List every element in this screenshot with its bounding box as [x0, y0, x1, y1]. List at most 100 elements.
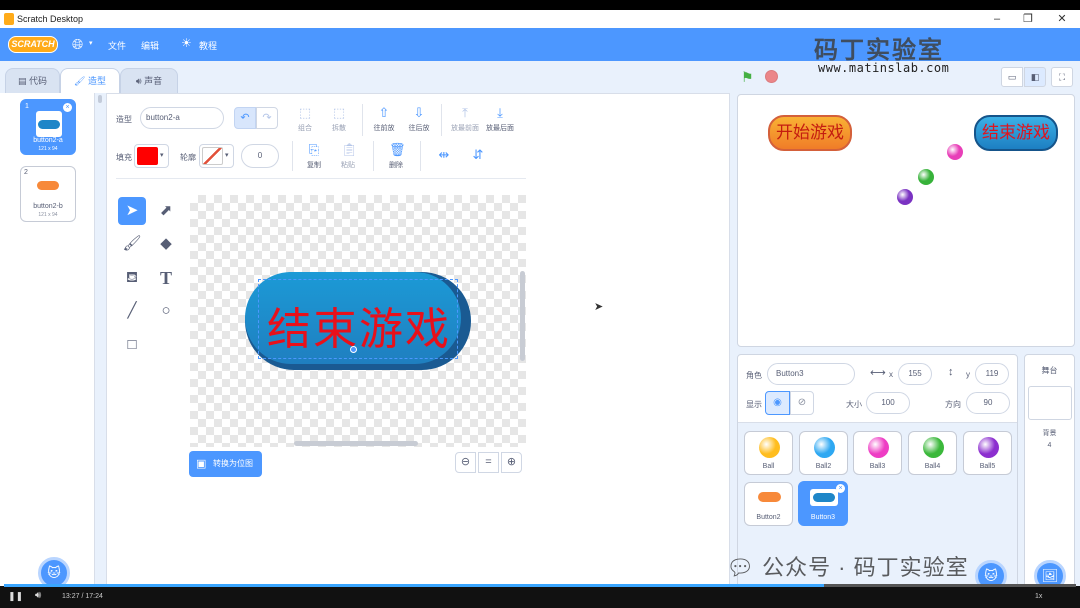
select-arrow-icon: ➤ — [125, 202, 139, 219]
toolbar-divider — [441, 104, 442, 136]
tab-sounds-label: 声音 — [144, 76, 163, 86]
undo-icon[interactable]: ↶ — [234, 107, 256, 129]
sprite-tile-button3[interactable]: × Button3 — [798, 481, 848, 526]
sprite-thumbnail — [758, 492, 781, 502]
back-button[interactable]: ⤓ 放最后面 — [482, 106, 518, 133]
circle-tool[interactable]: ○ — [152, 297, 180, 325]
delete-button[interactable]: 🗑︎ 删除 — [378, 143, 414, 170]
costume-name-input[interactable]: button2-a — [140, 107, 224, 129]
paste-button[interactable]: 📋︎ 粘贴 — [330, 143, 366, 170]
ungroup-icon: ⬚ — [332, 105, 346, 120]
volume-icon[interactable]: 🔊︎ — [35, 590, 41, 601]
reshape-icon: ⬈ — [159, 202, 173, 219]
backdrops-count: 4 — [1047, 442, 1052, 449]
scratch-logo[interactable]: SCRATCH — [8, 36, 58, 53]
costume-list-scrollbar[interactable] — [98, 95, 102, 103]
sprite-tile-ball3[interactable]: Ball3 — [853, 431, 902, 475]
forward-button[interactable]: ⇧ 往前放 — [366, 106, 402, 133]
convert-to-bitmap-button[interactable]: ▣ 转换为位图 — [189, 451, 262, 477]
group-button[interactable]: ⬚ 组合 — [287, 106, 323, 133]
ungroup-button[interactable]: ⬚ 拆散 — [321, 106, 357, 133]
costume-tile-2[interactable]: 2 button2-b 121 x 94 — [20, 166, 76, 222]
delete-costume-icon[interactable]: × — [63, 103, 72, 112]
rectangle-tool[interactable]: □ — [118, 331, 146, 359]
size-label: 大小 — [846, 400, 862, 409]
menu-tutorials[interactable]: 教程 — [199, 39, 217, 52]
flip-vertical-button[interactable]: ⇵ — [460, 148, 496, 165]
brush-tool[interactable]: 🖌︎ — [118, 230, 146, 258]
sprite-tile-button2[interactable]: Button2 — [744, 482, 793, 526]
green-flag-icon[interactable]: ⚑ — [741, 69, 754, 86]
zoom-in-button[interactable]: ⊕ — [501, 452, 522, 473]
stage[interactable]: 开始游戏 结束游戏 — [737, 94, 1075, 347]
sprite-thumbnail — [814, 437, 835, 458]
pause-icon[interactable]: ❚❚ — [8, 591, 23, 602]
stage-start-button-sprite[interactable]: 开始游戏 — [768, 115, 852, 151]
stage-selector-pane[interactable]: 舞台 背景 4 — [1024, 354, 1075, 586]
stage-end-button-sprite[interactable]: 结束游戏 — [974, 115, 1058, 151]
direction-input[interactable]: 90 — [966, 392, 1010, 414]
fill-color-picker[interactable]: ▾ — [134, 144, 169, 168]
watermark-title: 码丁实验室 — [814, 36, 944, 64]
fullscreen-button[interactable]: ⛶ — [1051, 67, 1073, 87]
backdrops-label: 背景 — [1042, 430, 1057, 437]
close-icon[interactable]: ✕ — [1055, 12, 1069, 26]
video-speed[interactable]: 1x — [1035, 593, 1042, 600]
stage-thumbnail[interactable] — [1028, 386, 1072, 420]
canvas-vertical-scrollbar[interactable] — [520, 271, 525, 361]
backward-button[interactable]: ⇩ 往后放 — [401, 106, 437, 133]
tab-costumes[interactable]: 🖌︎ 造型 — [60, 68, 120, 93]
menu-edit[interactable]: 编辑 — [141, 39, 159, 52]
menu-file[interactable]: 文件 — [108, 39, 126, 52]
costume-thumbnail — [36, 111, 62, 137]
outline-width-input[interactable]: 0 — [241, 144, 279, 168]
show-sprite-button[interactable]: ◉ — [765, 391, 790, 415]
paint-canvas[interactable]: 结束游戏 — [190, 195, 526, 447]
rectangle-icon: □ — [127, 336, 137, 353]
globe-icon[interactable]: 🌐︎ — [72, 36, 83, 53]
flip-horizontal-button[interactable]: ⇹ — [426, 148, 462, 165]
small-stage-icon: ▭ — [1007, 72, 1017, 82]
line-tool[interactable]: ╱ — [118, 297, 146, 325]
redo-icon[interactable]: ↷ — [256, 107, 278, 129]
y-input[interactable]: 119 — [975, 363, 1009, 385]
outline-color-picker[interactable]: ▾ — [199, 144, 234, 168]
cat-add-icon: 🐱︎ — [984, 568, 998, 583]
sprite-name: Button2 — [756, 514, 781, 521]
small-stage-button[interactable]: ▭ — [1001, 67, 1023, 87]
copy-button[interactable]: ⎘ 复制 — [296, 143, 332, 170]
tab-sounds[interactable]: 🔊︎ 声音 — [120, 68, 178, 93]
select-tool[interactable]: ➤ — [118, 197, 146, 225]
x-input[interactable]: 155 — [898, 363, 932, 385]
tab-costumes-label: 造型 — [87, 76, 106, 86]
stop-icon[interactable] — [765, 70, 778, 83]
eraser-tool[interactable]: ◆ — [152, 230, 180, 258]
sprite-tile-ball4[interactable]: Ball4 — [908, 431, 957, 475]
front-button[interactable]: ⤒ 放最前面 — [447, 106, 483, 133]
stage-ball-sprite[interactable] — [897, 189, 913, 205]
text-tool[interactable]: T — [152, 264, 180, 292]
stage-ball-sprite[interactable] — [947, 144, 963, 160]
large-stage-button[interactable]: ◧ — [1024, 67, 1046, 87]
rotation-handle[interactable] — [350, 346, 357, 353]
sprite-tile-ball2[interactable]: Ball2 — [799, 431, 848, 475]
reshape-tool[interactable]: ⬈ — [152, 197, 180, 225]
no-outline-icon — [202, 147, 223, 165]
lightbulb-icon: ☀ — [181, 36, 192, 50]
zoom-reset-button[interactable]: = — [478, 452, 499, 473]
costume-size: 121 x 94 — [38, 146, 58, 152]
sprite-tile-ball[interactable]: Ball — [744, 431, 793, 475]
costume-tile-1[interactable]: 1 × button2-a 121 x 94 — [20, 99, 76, 155]
canvas-button-text: 结束游戏 — [267, 304, 451, 355]
zoom-out-button[interactable]: ⊖ — [455, 452, 476, 473]
tab-code[interactable]: ▤ 代码 — [5, 68, 60, 93]
stage-ball-sprite[interactable] — [918, 169, 934, 185]
maximize-icon[interactable]: ❐ — [1021, 12, 1035, 26]
minimize-icon[interactable]: – — [990, 12, 1004, 26]
fill-tool[interactable]: ⛾ — [118, 264, 146, 292]
hide-sprite-button[interactable]: ⊘ — [790, 391, 814, 415]
sprite-name-input[interactable]: Button3 — [767, 363, 855, 385]
canvas-horizontal-scrollbar[interactable] — [294, 441, 418, 446]
size-input[interactable]: 100 — [866, 392, 910, 414]
sprite-tile-ball5[interactable]: Ball5 — [963, 431, 1012, 475]
